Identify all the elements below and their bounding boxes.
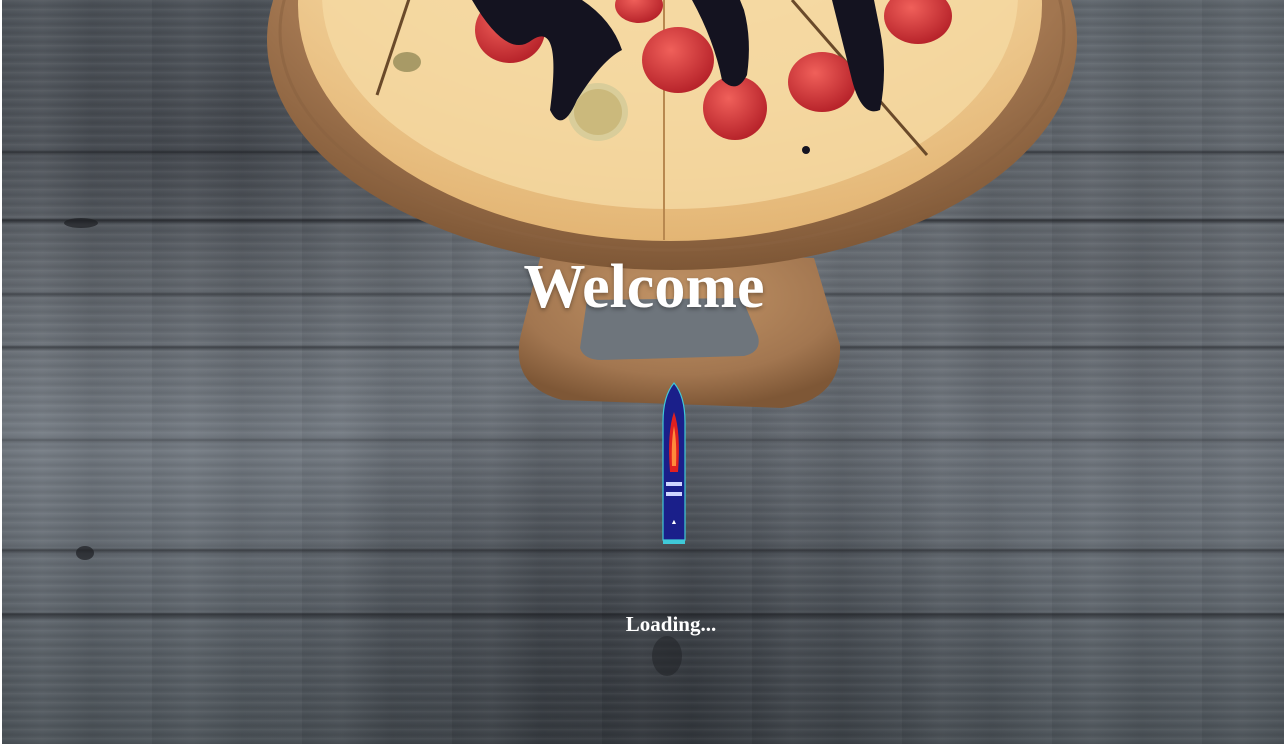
svg-text:▲: ▲ <box>671 519 678 526</box>
rocket-loader-icon: ▲ <box>662 382 686 546</box>
loading-status: Loading... <box>625 612 717 636</box>
splash-screen: Welcome ▲ Loading... <box>0 0 1284 744</box>
welcome-title: Welcome <box>523 253 765 321</box>
